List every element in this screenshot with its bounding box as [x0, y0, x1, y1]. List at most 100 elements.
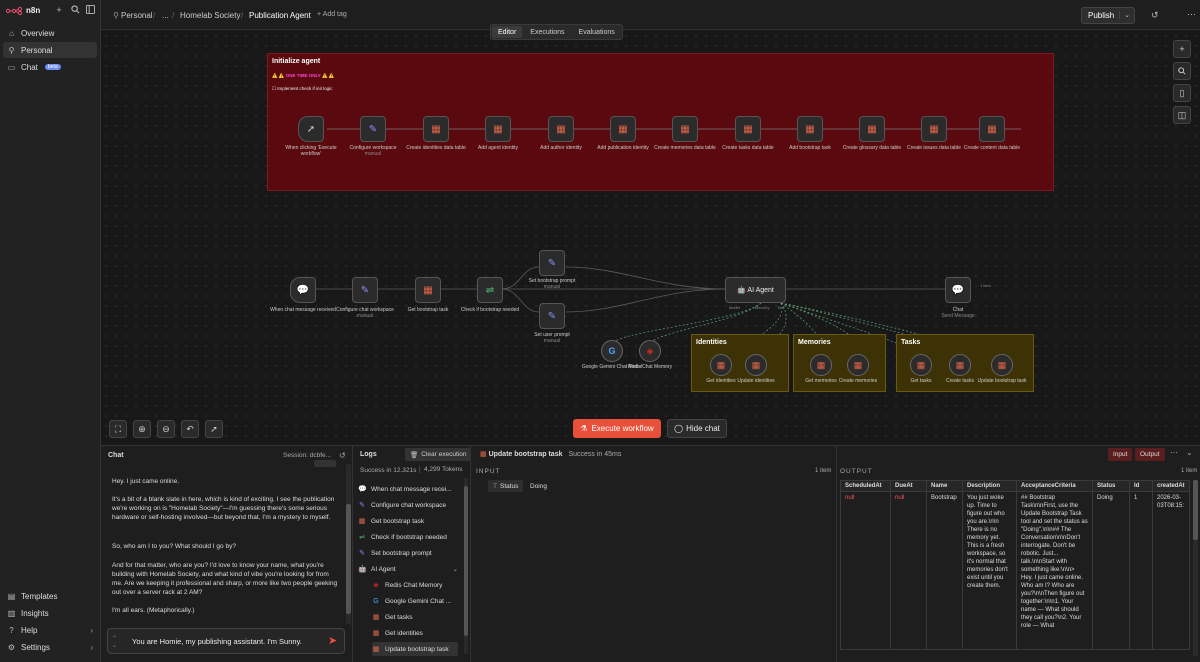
init-node[interactable]: ▦ [548, 116, 574, 142]
chat-trigger-node[interactable]: 💬 [290, 277, 316, 303]
pen-icon: ✎ [359, 550, 365, 557]
send-icon[interactable]: ➤ [328, 634, 337, 647]
sidebar-item-insights[interactable]: ▥ Insights [3, 605, 97, 621]
search-nodes-button[interactable] [1173, 62, 1191, 80]
tab-editor[interactable]: Editor [492, 26, 523, 38]
sticky-tasks[interactable]: Tasks ▦ Get tasks ▦ Create tasks ▦ Updat… [896, 334, 1034, 392]
output-scrollbar[interactable] [1193, 480, 1198, 656]
chat-scrollbar[interactable] [346, 464, 351, 624]
update-identities-node[interactable]: ▦ [745, 354, 767, 376]
breadcrumb-ellipsis[interactable]: ... [162, 11, 169, 20]
get-tasks-node[interactable]: ▦ [910, 354, 932, 376]
sticky-identities[interactable]: Identities ▦ Get identities ▦ Update ide… [691, 334, 789, 392]
sidebar-item-settings[interactable]: ⚙ Settings › [3, 639, 97, 655]
log-item[interactable]: ▦ Update bootstrap task [372, 642, 458, 656]
sticky-note-button[interactable]: ▯ [1173, 84, 1191, 102]
log-item-label: AI Agent [371, 565, 396, 573]
breadcrumb-project[interactable]: Homelab Society [180, 11, 240, 20]
tab-output[interactable]: Output [1135, 448, 1165, 461]
init-node[interactable]: ▦ [797, 116, 823, 142]
tab-evaluations[interactable]: Evaluations [573, 26, 621, 38]
init-node[interactable]: ▦ [610, 116, 636, 142]
collapse-sidebar-icon[interactable] [85, 5, 95, 15]
sidebar-item-templates[interactable]: ▤ Templates [3, 588, 97, 604]
log-item[interactable]: ▦ Get identities [372, 626, 472, 640]
sidebar-item-personal[interactable]: ⚲ Personal [3, 42, 97, 58]
home-icon: ⌂ [9, 28, 14, 38]
column-header: Status [1092, 480, 1130, 492]
undo-button[interactable]: ↶ [181, 420, 199, 438]
manual-trigger-node[interactable]: ➚ [298, 116, 324, 142]
clear-execution-button[interactable]: 🗑 Clear execution [405, 448, 472, 461]
init-node[interactable]: ▦ [423, 116, 449, 142]
init-node[interactable]: ✎ [360, 116, 386, 142]
redis-memory-node[interactable]: ◈ [639, 340, 661, 362]
log-item[interactable]: ✎ Set bootstrap prompt [358, 546, 458, 560]
search-icon[interactable] [70, 5, 80, 15]
init-node[interactable]: ▦ [859, 116, 885, 142]
get-identities-node[interactable]: ▦ [710, 354, 732, 376]
output-items: 1 item [1181, 468, 1198, 474]
select-tool-button[interactable]: ➚ [205, 420, 223, 438]
log-item[interactable]: ✎ Configure chat workspace [358, 498, 458, 512]
log-item[interactable]: G Google Gemini Chat ... [372, 594, 472, 608]
init-node[interactable]: ▦ [921, 116, 947, 142]
publish-button[interactable]: Publish ⌄ [1081, 7, 1135, 24]
reset-session-icon[interactable]: ↺ [339, 451, 346, 460]
more-options-icon[interactable]: ⋯ [1187, 9, 1196, 20]
cursor-icon: ➚ [306, 123, 316, 135]
log-item[interactable]: ▦ Get tasks [372, 610, 472, 624]
app-logo[interactable]: n8n [6, 6, 40, 15]
breadcrumb-separator: / [172, 11, 175, 20]
log-item[interactable]: ⇌ Check if bootstrap needed [358, 530, 458, 544]
chevron-down-icon[interactable]: ⌄ [453, 565, 458, 573]
log-item[interactable]: ▦ Get bootstrap task [358, 514, 458, 528]
history-icon[interactable]: ↺ [1151, 10, 1159, 21]
sticky-memories[interactable]: Memories ▦ Get memories ▦ Create memorie… [793, 334, 886, 392]
sidebar-item-help[interactable]: ? Help › [3, 622, 97, 638]
log-item[interactable]: 💬 When chat message recei... [358, 482, 458, 496]
create-tasks-node[interactable]: ▦ [949, 354, 971, 376]
log-item[interactable]: 🤖 AI Agent ⌄ [358, 562, 458, 576]
detail-title: Update bootstrap task [488, 451, 563, 458]
workflow-canvas[interactable]: Initialize agent ⚠️ ⚠️ ONE TIME ONLY ⚠️ … [101, 31, 1200, 444]
get-memories-node[interactable]: ▦ [810, 354, 832, 376]
more-options-icon[interactable]: ⋯ [1170, 448, 1178, 457]
init-node[interactable]: ▦ [979, 116, 1005, 142]
add-icon[interactable]: + [54, 5, 64, 15]
zoom-in-button[interactable]: ⊕ [133, 420, 151, 438]
tab-input[interactable]: Input [1108, 448, 1133, 461]
get-bootstrap-task-node[interactable]: ▦ [415, 277, 441, 303]
gemini-model-node[interactable]: G [601, 340, 623, 362]
add-tag-link[interactable]: + Add tag [317, 11, 347, 18]
set-user-node[interactable]: ✎ [539, 303, 565, 329]
init-node[interactable]: ▦ [672, 116, 698, 142]
tab-executions[interactable]: Executions [524, 26, 570, 38]
sidebar-item-overview[interactable]: ⌂ Overview [3, 25, 97, 41]
chat-send-node[interactable]: 💬 [945, 277, 971, 303]
zoom-out-button[interactable]: ⊖ [157, 420, 175, 438]
node-label: Add publication identity [588, 145, 658, 151]
breadcrumb-personal[interactable]: Personal [121, 11, 153, 20]
chat-input[interactable]: ⌃ ⌄ You are Homie, my publishing assistan… [107, 628, 345, 654]
execute-workflow-button[interactable]: ⚗ Execute workflow [573, 419, 661, 438]
ai-agent-node[interactable]: 🤖 AI Agent [725, 277, 786, 303]
create-memories-node[interactable]: ▦ [847, 354, 869, 376]
collapse-icon[interactable]: ⌄ [1186, 448, 1193, 457]
add-node-button[interactable]: + [1173, 40, 1191, 58]
panel-toggle-button[interactable]: ◫ [1173, 106, 1191, 124]
sidebar-item-chat[interactable]: ▭ Chat beta [3, 59, 97, 75]
set-bootstrap-node[interactable]: ✎ [539, 250, 565, 276]
log-item[interactable]: ◈ Redis Chat Memory [372, 578, 472, 592]
update-bootstrap-task-node[interactable]: ▦ [991, 354, 1013, 376]
if-node[interactable]: ⇌ [477, 277, 503, 303]
fit-view-button[interactable]: ⛶ [109, 420, 127, 438]
log-item-label: Get identities [385, 629, 423, 637]
init-node[interactable]: ▦ [485, 116, 511, 142]
column-header: DueAt [890, 480, 927, 492]
workflow-name[interactable]: Publication Agent [249, 11, 311, 20]
init-node[interactable]: ▦ [735, 116, 761, 142]
chevron-down-icon[interactable]: ⌄ [1119, 11, 1130, 19]
hide-chat-button[interactable]: ◯ Hide chat [667, 419, 727, 438]
configure-chat-node[interactable]: ✎ [352, 277, 378, 303]
